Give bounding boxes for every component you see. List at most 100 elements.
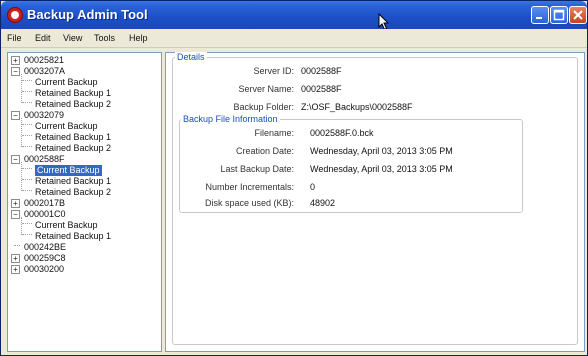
tree-node-backup[interactable]: Retained Backup 1: [35, 176, 111, 187]
server-id-label: Server ID:: [253, 66, 294, 76]
tree-node-backup[interactable]: Retained Backup 2: [35, 187, 111, 198]
tree-node-label[interactable]: 0002588F: [24, 154, 65, 165]
tree-line: [22, 91, 32, 92]
tree-line: [22, 223, 32, 224]
incrementals-label: Number Incrementals:: [205, 182, 294, 192]
tree-node-backup[interactable]: Retained Backup 1: [35, 231, 111, 242]
creation-date-value: Wednesday, April 03, 2013 3:05 PM: [310, 146, 453, 156]
expand-icon[interactable]: +: [11, 56, 20, 65]
incrementals-value: 0: [310, 182, 316, 192]
server-tree[interactable]: + 00025821 − 0003207A Current Backup Ret…: [7, 52, 162, 352]
app-window: Backup Admin Tool File Edit View Tools H…: [0, 0, 588, 356]
tree-node-backup[interactable]: Current Backup: [35, 77, 98, 88]
tree-line: [22, 135, 32, 136]
tree-node-server[interactable]: + 0002017B: [11, 198, 65, 209]
close-icon: [573, 10, 583, 20]
menu-view[interactable]: View: [63, 33, 82, 43]
backup-folder-label: Backup Folder:: [233, 102, 294, 112]
menu-help[interactable]: Help: [129, 33, 148, 43]
tree-node-backup[interactable]: Retained Backup 1: [35, 88, 111, 99]
details-pane: Details Server ID: 0002588F Server Name:…: [165, 52, 585, 352]
tree-node-label[interactable]: Retained Backup 2: [35, 99, 111, 110]
minimize-icon: [536, 17, 542, 19]
tree-line: [22, 168, 32, 169]
tree-node-label[interactable]: Retained Backup 1: [35, 88, 111, 99]
title-bar[interactable]: Backup Admin Tool: [1, 1, 587, 31]
tree-node-label[interactable]: Retained Backup 1: [35, 132, 111, 143]
server-id-value: 0002588F: [301, 66, 342, 76]
expand-icon[interactable]: +: [11, 199, 20, 208]
filename-value: 0002588F.0.bck: [310, 128, 374, 138]
collapse-icon[interactable]: −: [11, 111, 20, 120]
tree-node-backup-selected[interactable]: Current Backup: [35, 165, 102, 176]
disk-space-value: 48902: [310, 198, 336, 208]
tree-node-label[interactable]: Retained Backup 1: [35, 231, 111, 242]
tree-node-server[interactable]: 000242BE: [24, 242, 66, 253]
tree-node-label[interactable]: Retained Backup 2: [35, 143, 111, 154]
menu-bar: File Edit View Tools Help: [1, 29, 587, 48]
menu-file[interactable]: File: [7, 33, 22, 43]
tree-node-label[interactable]: 000242BE: [24, 242, 66, 253]
tree-line: [21, 162, 22, 191]
minimize-button[interactable]: [531, 6, 549, 24]
tree-line: [22, 124, 32, 125]
tree-node-backup[interactable]: Retained Backup 2: [35, 143, 111, 154]
filename-label: Filename:: [254, 128, 294, 138]
tree-line: [22, 234, 32, 235]
tree-node-label[interactable]: 0003207A: [24, 66, 65, 77]
tree-node-label[interactable]: Current Backup: [35, 165, 102, 176]
collapse-icon[interactable]: −: [11, 210, 20, 219]
tree-node-label[interactable]: Current Backup: [35, 77, 98, 88]
tree-node-label[interactable]: 000001C0: [24, 209, 66, 220]
tree-node-label[interactable]: 00025821: [24, 55, 64, 66]
expand-icon[interactable]: +: [11, 254, 20, 263]
tree-line: [21, 74, 22, 103]
window-title: Backup Admin Tool: [27, 7, 148, 22]
tree-node-label[interactable]: 00032079: [24, 110, 64, 121]
tree-node-label[interactable]: 00030200: [24, 264, 64, 275]
tree-node-label[interactable]: 0002017B: [24, 198, 65, 209]
file-info-legend: Backup File Information: [181, 114, 280, 124]
backup-folder-value: Z:\OSF_Backups\0002588F: [301, 102, 413, 112]
creation-date-label: Creation Date:: [235, 146, 294, 156]
menu-edit[interactable]: Edit: [35, 33, 51, 43]
tree-node-server[interactable]: + 00030200: [11, 264, 64, 275]
client-area: + 00025821 − 0003207A Current Backup Ret…: [3, 49, 587, 355]
tree-node-backup[interactable]: Retained Backup 1: [35, 132, 111, 143]
tree-line: [21, 118, 22, 147]
maximize-icon: [553, 9, 565, 21]
server-name-value: 0002588F: [301, 84, 342, 94]
collapse-icon[interactable]: −: [11, 155, 20, 164]
tree-node-backup[interactable]: Retained Backup 2: [35, 99, 111, 110]
tree-line: [22, 190, 32, 191]
tree-line: [14, 245, 20, 246]
tree-node-backup[interactable]: Current Backup: [35, 121, 98, 132]
tree-node-server[interactable]: − 000001C0: [11, 209, 66, 220]
tree-line: [22, 179, 32, 180]
expand-icon[interactable]: +: [11, 265, 20, 274]
tree-node-label[interactable]: Current Backup: [35, 121, 98, 132]
tree-line: [22, 146, 32, 147]
app-icon: [7, 7, 23, 23]
tree-node-backup[interactable]: Current Backup: [35, 220, 98, 231]
tree-node-server[interactable]: − 00032079: [11, 110, 64, 121]
tree-node-server[interactable]: − 0003207A: [11, 66, 65, 77]
tree-node-label[interactable]: Retained Backup 2: [35, 187, 111, 198]
tree-line: [22, 80, 32, 81]
last-backup-label: Last Backup Date:: [220, 164, 294, 174]
tree-node-server[interactable]: + 00025821: [11, 55, 64, 66]
collapse-icon[interactable]: −: [11, 67, 20, 76]
close-button[interactable]: [569, 6, 587, 24]
disk-space-label: Disk space used (KB):: [204, 198, 294, 208]
tree-node-server[interactable]: + 000259C8: [11, 253, 66, 264]
menu-tools[interactable]: Tools: [94, 33, 115, 43]
server-name-label: Server Name:: [238, 84, 294, 94]
last-backup-value: Wednesday, April 03, 2013 3:05 PM: [310, 164, 453, 174]
tree-node-server[interactable]: − 0002588F: [11, 154, 65, 165]
maximize-button[interactable]: [550, 6, 568, 24]
details-legend: Details: [175, 52, 207, 62]
tree-line: [22, 102, 32, 103]
tree-node-label[interactable]: 000259C8: [24, 253, 66, 264]
tree-node-label[interactable]: Current Backup: [35, 220, 98, 231]
tree-node-label[interactable]: Retained Backup 1: [35, 176, 111, 187]
